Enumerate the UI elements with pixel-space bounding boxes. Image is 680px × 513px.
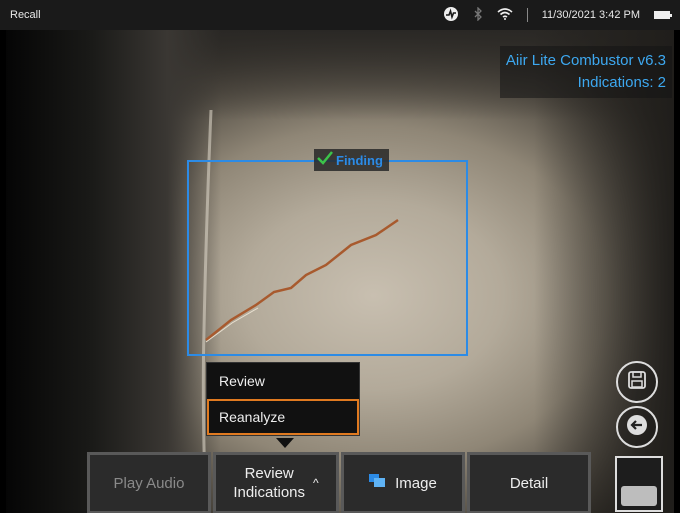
detail-button[interactable]: Detail <box>467 452 591 513</box>
back-arrow-icon <box>626 414 648 441</box>
chevron-up-icon: ^ <box>313 476 319 490</box>
review-indications-menu: Review Reanalyze <box>206 362 360 436</box>
checkmark-icon <box>316 150 334 171</box>
activity-icon <box>443 6 459 25</box>
finding-bounding-box[interactable] <box>187 160 468 356</box>
back-button[interactable] <box>616 406 658 448</box>
status-icons: 11/30/2021 3:42 PM <box>443 5 672 25</box>
battery-icon <box>654 11 672 19</box>
finding-label-text: Finding <box>336 152 383 168</box>
image-label: Image <box>395 474 437 492</box>
status-divider <box>526 8 528 22</box>
review-indications-text: Review Indications <box>233 464 305 502</box>
save-icon <box>627 370 647 395</box>
finding-label[interactable]: Finding <box>314 149 389 171</box>
app-title: Recall <box>10 9 41 21</box>
review-indications-label-line2: Indications <box>233 484 306 501</box>
play-audio-label: Play Audio <box>113 474 185 492</box>
image-info-overlay: Aiir Lite Combustor v6.3 Indications: 2 <box>499 46 672 98</box>
datetime: 11/30/2021 3:42 PM <box>541 9 640 21</box>
menu-item-review[interactable]: Review <box>207 363 359 399</box>
review-indications-label-line1: Review <box>244 465 294 482</box>
menu-item-reanalyze[interactable]: Reanalyze <box>207 399 359 435</box>
play-audio-button[interactable]: Play Audio <box>87 452 211 513</box>
wifi-icon <box>497 7 513 23</box>
panel-toggle-slider[interactable] <box>615 456 663 512</box>
screen: Recall 11/30/2021 3:42 PM Aiir Lite Comb… <box>0 0 680 513</box>
model-name: Aiir Lite Combustor v6.3 <box>505 52 666 69</box>
slider-thumb[interactable] <box>621 486 657 506</box>
menu-pointer <box>276 438 294 448</box>
image-icon <box>369 474 387 492</box>
save-button[interactable] <box>616 361 658 403</box>
status-bar: Recall 11/30/2021 3:42 PM <box>0 0 680 30</box>
indications-count: Indications: 2 <box>577 74 666 91</box>
image-button[interactable]: Image <box>341 452 465 513</box>
bluetooth-icon <box>473 5 483 24</box>
detail-label: Detail <box>509 474 549 492</box>
review-indications-button[interactable]: Review Indications ^ <box>213 452 339 513</box>
